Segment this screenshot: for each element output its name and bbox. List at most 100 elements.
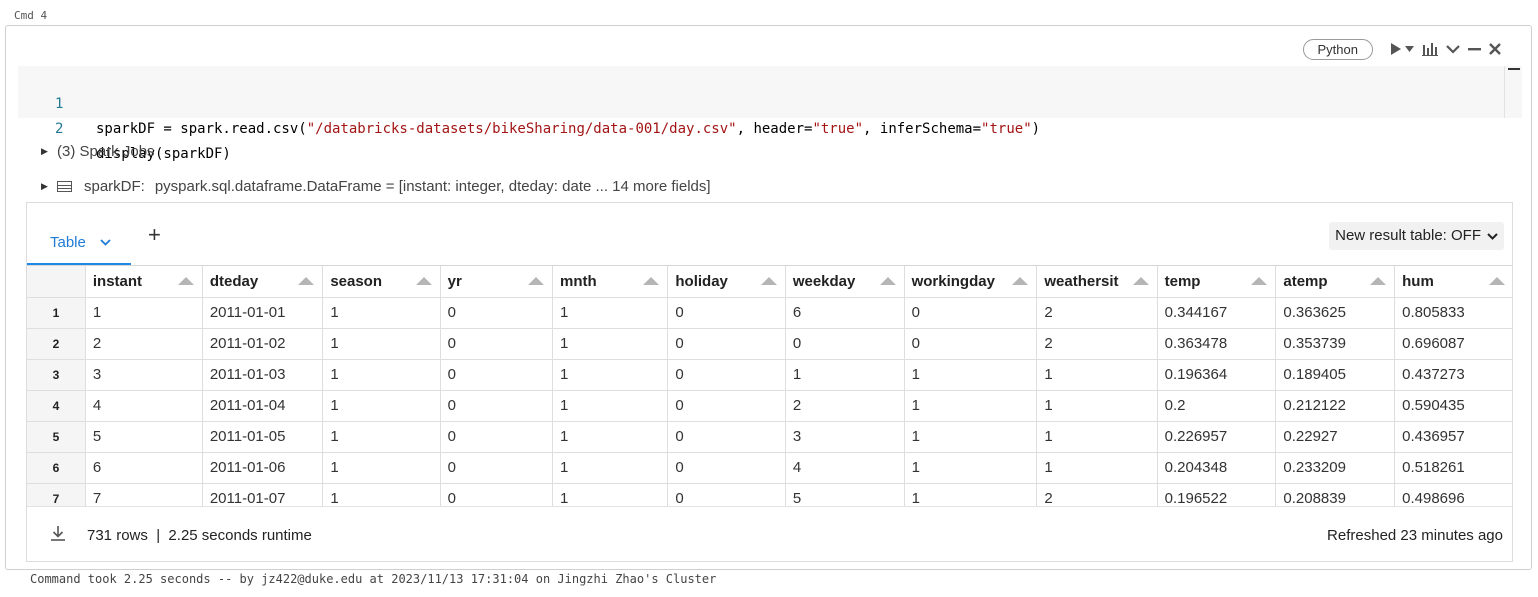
table-cell[interactable]: 1 <box>904 390 1038 422</box>
table-cell[interactable]: 0 <box>667 390 786 422</box>
table-row[interactable]: 1 1 2011-01-01 1 0 1 0 6 0 2 0.344167 0.363625 0.805… <box>27 297 1512 329</box>
table-cell[interactable]: 1 <box>552 328 669 360</box>
table-cell[interactable]: 0 <box>667 452 786 484</box>
sort-icon[interactable] <box>415 277 432 285</box>
table-cell[interactable]: 0.363478 <box>1157 328 1277 360</box>
table-cell[interactable]: 0.498696 <box>1394 483 1512 506</box>
sort-icon[interactable] <box>1251 277 1268 285</box>
table-cell[interactable]: 1 <box>904 483 1038 506</box>
column-header-holiday[interactable]: holiday <box>667 266 786 298</box>
column-header-hum[interactable]: hum <box>1394 266 1512 298</box>
data-grid[interactable]: instant dteday season yr mnth holiday weekday w… <box>27 265 1512 506</box>
row-number[interactable]: 7 <box>27 483 86 506</box>
table-cell[interactable]: 0.189405 <box>1275 359 1396 391</box>
table-row[interactable]: 7 7 2011-01-07 1 0 1 0 5 1 2 0.196522 0.208839 0.498… <box>27 483 1512 506</box>
table-cell[interactable]: 0.196364 <box>1157 359 1277 391</box>
minimize-icon[interactable] <box>1468 47 1481 51</box>
table-cell[interactable]: 2011-01-05 <box>202 421 324 453</box>
table-cell[interactable]: 1 <box>322 483 441 506</box>
add-visualization-button[interactable]: + <box>148 221 161 249</box>
row-number[interactable]: 6 <box>27 452 86 484</box>
table-row[interactable]: 4 4 2011-01-04 1 0 1 0 2 1 1 0.2 0.212122 0.590435 <box>27 390 1512 422</box>
column-header-instant[interactable]: instant <box>85 266 203 298</box>
table-cell[interactable]: 0.344167 <box>1157 297 1277 329</box>
table-cell[interactable]: 1 <box>904 452 1038 484</box>
sort-icon[interactable] <box>643 277 660 285</box>
table-cell[interactable]: 5 <box>85 421 203 453</box>
run-icon[interactable] <box>1389 42 1403 56</box>
table-cell[interactable]: 2011-01-06 <box>202 452 324 484</box>
table-cell[interactable]: 2 <box>85 328 203 360</box>
table-cell[interactable]: 4 <box>85 390 203 422</box>
table-cell[interactable]: 0.353739 <box>1275 328 1396 360</box>
table-cell[interactable]: 1 <box>552 297 669 329</box>
sort-icon[interactable] <box>1132 277 1149 285</box>
table-cell[interactable]: 1 <box>552 390 669 422</box>
table-cell[interactable]: 0 <box>440 297 554 329</box>
column-header-season[interactable]: season <box>322 266 441 298</box>
table-cell[interactable]: 0.590435 <box>1394 390 1512 422</box>
sort-icon[interactable] <box>298 277 315 285</box>
table-cell[interactable]: 0 <box>667 297 786 329</box>
table-cell[interactable]: 7 <box>85 483 203 506</box>
table-cell[interactable]: 0.208839 <box>1275 483 1396 506</box>
table-cell[interactable]: 1 <box>1036 452 1158 484</box>
table-cell[interactable]: 0 <box>440 421 554 453</box>
table-cell[interactable]: 0.22927 <box>1275 421 1396 453</box>
table-cell[interactable]: 1 <box>1036 359 1158 391</box>
table-row[interactable]: 2 2 2011-01-02 1 0 1 0 0 0 2 0.363478 0.353739 0.696… <box>27 328 1512 360</box>
table-cell[interactable]: 1 <box>552 452 669 484</box>
table-cell[interactable]: 3 <box>785 421 905 453</box>
table-cell[interactable]: 1 <box>322 359 441 391</box>
run-dropdown-icon[interactable] <box>1405 46 1414 52</box>
table-cell[interactable]: 0 <box>904 328 1038 360</box>
table-cell[interactable]: 2011-01-03 <box>202 359 324 391</box>
table-cell[interactable]: 2 <box>785 390 905 422</box>
table-cell[interactable]: 0.437273 <box>1394 359 1512 391</box>
table-cell[interactable]: 0.696087 <box>1394 328 1512 360</box>
download-icon[interactable] <box>49 524 67 547</box>
table-cell[interactable]: 2011-01-02 <box>202 328 324 360</box>
sort-icon[interactable] <box>879 277 896 285</box>
chart-icon[interactable] <box>1422 42 1438 56</box>
row-number[interactable]: 3 <box>27 359 86 391</box>
table-cell[interactable]: 2011-01-01 <box>202 297 324 329</box>
sort-icon[interactable] <box>1012 277 1029 285</box>
expand-caret-icon[interactable]: ▶ <box>41 181 51 192</box>
table-cell[interactable]: 0.226957 <box>1157 421 1277 453</box>
table-cell[interactable]: 0 <box>440 452 554 484</box>
row-number[interactable]: 2 <box>27 328 86 360</box>
sort-icon[interactable] <box>760 277 777 285</box>
row-number[interactable]: 5 <box>27 421 86 453</box>
table-cell[interactable]: 0 <box>667 328 786 360</box>
table-cell[interactable]: 1 <box>552 421 669 453</box>
row-number[interactable]: 4 <box>27 390 86 422</box>
tab-table[interactable]: Table <box>27 221 131 265</box>
table-cell[interactable]: 1 <box>322 421 441 453</box>
table-cell[interactable]: 1 <box>904 359 1038 391</box>
table-cell[interactable]: 1 <box>785 359 905 391</box>
table-cell[interactable]: 0 <box>785 328 905 360</box>
table-cell[interactable]: 1 <box>1036 421 1158 453</box>
table-cell[interactable]: 0.805833 <box>1394 297 1512 329</box>
table-cell[interactable]: 1 <box>322 328 441 360</box>
table-cell[interactable]: 0.436957 <box>1394 421 1512 453</box>
column-header-weathersit[interactable]: weathersit <box>1036 266 1158 298</box>
table-cell[interactable]: 0 <box>667 359 786 391</box>
table-cell[interactable]: 6 <box>85 452 203 484</box>
table-cell[interactable]: 0.196522 <box>1157 483 1277 506</box>
column-header-workingday[interactable]: workingday <box>904 266 1038 298</box>
sort-icon[interactable] <box>1489 277 1505 285</box>
table-cell[interactable]: 0 <box>667 483 786 506</box>
new-result-table-toggle[interactable]: New result table: OFF <box>1329 222 1504 250</box>
table-cell[interactable]: 2 <box>1036 328 1158 360</box>
table-row[interactable]: 6 6 2011-01-06 1 0 1 0 4 1 1 0.204348 0.233209 0.518… <box>27 452 1512 484</box>
table-cell[interactable]: 0 <box>440 483 554 506</box>
notebook-cell[interactable]: Python 1 sparkDF = spark.read.csv("/data… <box>5 25 1532 570</box>
sort-icon[interactable] <box>177 277 194 285</box>
table-cell[interactable]: 2011-01-07 <box>202 483 324 506</box>
table-cell[interactable]: 0.363625 <box>1275 297 1396 329</box>
column-header-dteday[interactable]: dteday <box>202 266 324 298</box>
table-cell[interactable]: 0 <box>904 297 1038 329</box>
table-cell[interactable]: 1 <box>552 359 669 391</box>
